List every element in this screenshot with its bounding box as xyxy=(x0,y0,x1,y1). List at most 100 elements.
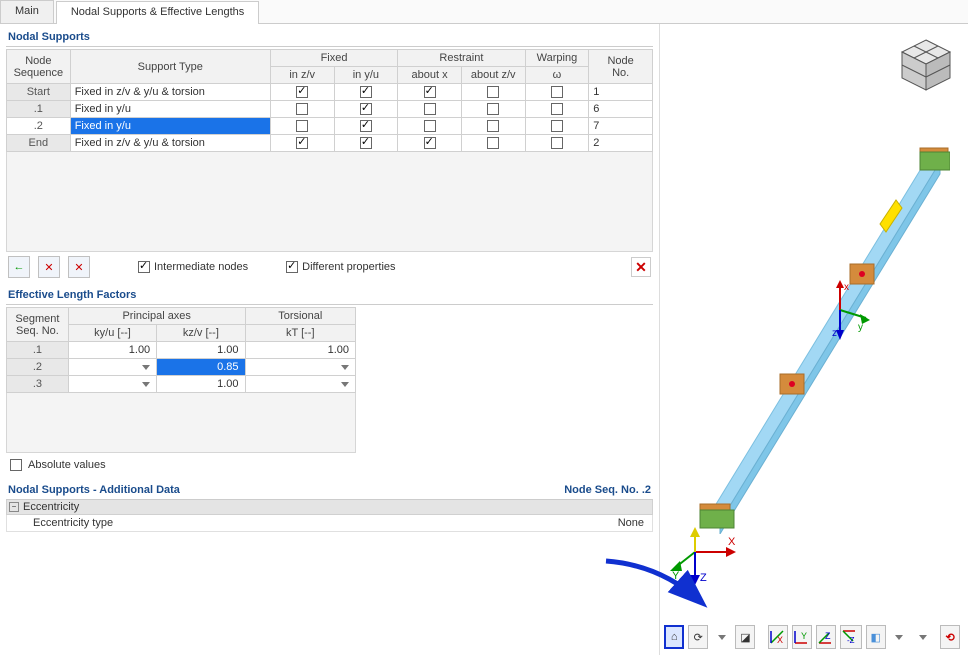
cell-rzv[interactable] xyxy=(461,135,525,152)
delete-row-button-2[interactable]: ✕ xyxy=(68,256,90,278)
checkbox-icon[interactable] xyxy=(360,120,372,132)
dropdown-icon[interactable] xyxy=(718,635,726,640)
checkbox-icon[interactable] xyxy=(487,86,499,98)
row-seq: .1 xyxy=(7,101,71,118)
cell-node: 6 xyxy=(589,101,653,118)
checkbox-icon[interactable] xyxy=(424,103,436,115)
row-type[interactable]: Fixed in z/v & y/u & torsion xyxy=(70,84,270,101)
nodal-supports-table[interactable]: NodeSequence Support Type Fixed Restrain… xyxy=(6,49,653,152)
absolute-values-checkbox[interactable]: Absolute values xyxy=(6,453,653,477)
cell-rzv[interactable] xyxy=(461,84,525,101)
dropdown-icon[interactable] xyxy=(142,365,150,370)
checkbox-icon[interactable] xyxy=(551,120,563,132)
view-z-button[interactable]: Z xyxy=(816,625,836,649)
effective-lengths-table[interactable]: SegmentSeq. No. Principal axes Torsional… xyxy=(6,307,356,393)
cell-kyu[interactable]: 1.00 xyxy=(68,342,156,359)
eccentricity-group-row[interactable]: − Eccentricity xyxy=(6,500,653,515)
checkbox-icon[interactable] xyxy=(360,137,372,149)
extents-button[interactable]: ◪ xyxy=(735,625,755,649)
view-neg-z-button[interactable]: -Z xyxy=(840,625,862,649)
view-x-button[interactable]: X xyxy=(768,625,788,649)
checkbox-icon[interactable] xyxy=(296,103,308,115)
effective-lengths-title: Effective Length Factors xyxy=(6,286,653,305)
cell-yu[interactable] xyxy=(334,101,398,118)
row-type[interactable]: Fixed in z/v & y/u & torsion xyxy=(70,135,270,152)
display-mode-button[interactable]: ◧ xyxy=(866,625,886,649)
cell-w[interactable] xyxy=(525,101,589,118)
cell-rx[interactable] xyxy=(398,135,462,152)
cell-zv[interactable] xyxy=(270,84,334,101)
cell-w[interactable] xyxy=(525,84,589,101)
checkbox-icon[interactable] xyxy=(424,86,436,98)
cell-w[interactable] xyxy=(525,135,589,152)
dropdown-icon[interactable] xyxy=(341,382,349,387)
checkbox-icon[interactable] xyxy=(487,120,499,132)
cell-rx[interactable] xyxy=(398,101,462,118)
delete-row-button-1[interactable]: ✕ xyxy=(38,256,60,278)
cell-kt[interactable]: 1.00 xyxy=(245,342,355,359)
tab-nodal-supports[interactable]: Nodal Supports & Effective Lengths xyxy=(56,1,259,24)
dropdown-icon[interactable] xyxy=(895,635,903,640)
row-seq: .3 xyxy=(7,376,69,393)
cell-kzv[interactable]: 1.00 xyxy=(157,376,245,393)
table-row[interactable]: EndFixed in z/v & y/u & torsion2 xyxy=(7,135,653,152)
checkbox-icon[interactable] xyxy=(551,103,563,115)
cell-zv[interactable] xyxy=(270,101,334,118)
cell-zv[interactable] xyxy=(270,135,334,152)
close-button[interactable]: ✕ xyxy=(631,257,651,277)
cell-kzv[interactable]: 0.85 xyxy=(157,359,245,376)
cell-kt[interactable] xyxy=(245,359,355,376)
cell-kyu[interactable] xyxy=(68,359,156,376)
checkbox-icon[interactable] xyxy=(360,86,372,98)
table-row[interactable]: .20.85 xyxy=(7,359,356,376)
dropdown-icon[interactable] xyxy=(341,365,349,370)
checkbox-icon[interactable] xyxy=(424,120,436,132)
row-type[interactable]: Fixed in y/u xyxy=(70,101,270,118)
view-mode-button[interactable]: ⌂ xyxy=(664,625,684,649)
eccentricity-type-row[interactable]: Eccentricity type None xyxy=(6,515,653,532)
cell-rx[interactable] xyxy=(398,84,462,101)
nav-cube-icon[interactable] xyxy=(896,36,956,96)
table-row[interactable]: StartFixed in z/v & y/u & torsion1 xyxy=(7,84,653,101)
view-y-button[interactable]: Y xyxy=(792,625,812,649)
checkbox-icon[interactable] xyxy=(296,120,308,132)
additional-data-header: Nodal Supports - Additional Data Node Se… xyxy=(6,481,653,500)
table-row[interactable]: .1Fixed in y/u 6 xyxy=(7,101,653,118)
row-type[interactable]: Fixed in y/u xyxy=(70,118,270,135)
table-row[interactable]: .11.001.001.00 xyxy=(7,342,356,359)
intermediate-nodes-label: Intermediate nodes xyxy=(154,261,248,273)
checkbox-icon[interactable] xyxy=(424,137,436,149)
cell-rx[interactable] xyxy=(398,118,462,135)
cell-w[interactable] xyxy=(525,118,589,135)
cell-yu[interactable] xyxy=(334,135,398,152)
checkbox-icon[interactable] xyxy=(487,137,499,149)
rotate-button[interactable]: ⟳ xyxy=(688,625,708,649)
collapse-icon[interactable]: − xyxy=(9,502,19,512)
check-icon xyxy=(286,261,298,273)
tab-main[interactable]: Main xyxy=(0,0,54,23)
cell-yu[interactable] xyxy=(334,118,398,135)
checkbox-icon[interactable] xyxy=(296,137,308,149)
view-3d-panel[interactable]: x y z X Y Z xyxy=(660,24,968,655)
dropdown-icon[interactable] xyxy=(919,635,927,640)
checkbox-icon[interactable] xyxy=(296,86,308,98)
refresh-button[interactable]: ⟲ xyxy=(940,625,960,649)
col-kzv: kz/v [--] xyxy=(157,325,245,342)
table-row[interactable]: .2Fixed in y/u7 xyxy=(7,118,653,135)
checkbox-icon[interactable] xyxy=(551,86,563,98)
cell-rzv[interactable] xyxy=(461,101,525,118)
cell-kyu[interactable] xyxy=(68,376,156,393)
checkbox-icon[interactable] xyxy=(487,103,499,115)
intermediate-nodes-checkbox[interactable]: Intermediate nodes xyxy=(138,261,248,273)
cell-yu[interactable] xyxy=(334,84,398,101)
different-properties-checkbox[interactable]: Different properties xyxy=(286,261,395,273)
checkbox-icon[interactable] xyxy=(551,137,563,149)
checkbox-icon[interactable] xyxy=(360,103,372,115)
cell-zv[interactable] xyxy=(270,118,334,135)
back-button[interactable]: ← xyxy=(8,256,30,278)
cell-kzv[interactable]: 1.00 xyxy=(157,342,245,359)
cell-kt[interactable] xyxy=(245,376,355,393)
dropdown-icon[interactable] xyxy=(142,382,150,387)
table-row[interactable]: .3 1.00 xyxy=(7,376,356,393)
cell-rzv[interactable] xyxy=(461,118,525,135)
